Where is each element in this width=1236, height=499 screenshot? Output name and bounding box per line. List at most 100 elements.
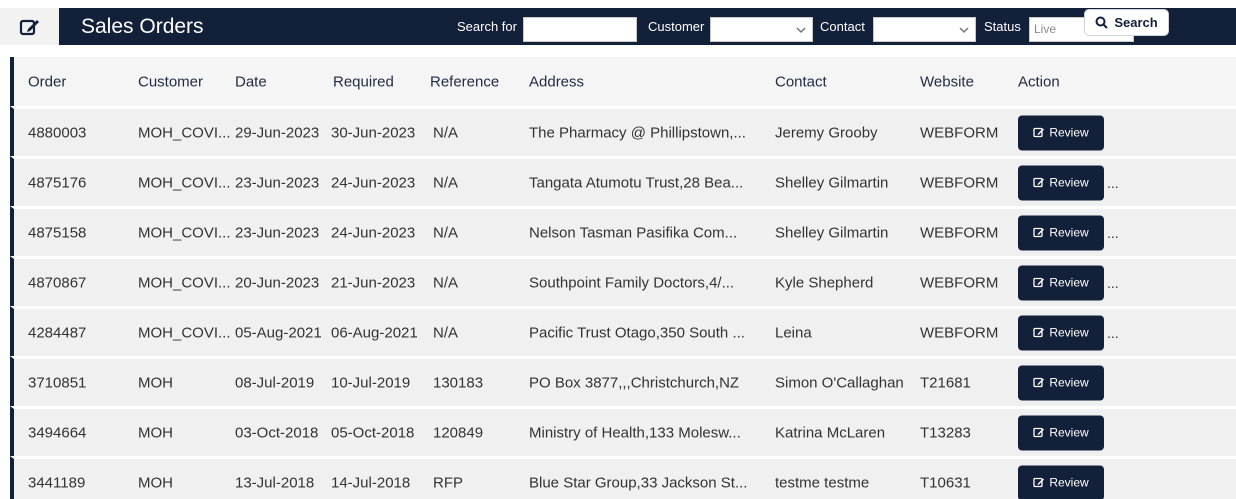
more-indicator: ... (1107, 324, 1119, 341)
contact-cell: Simon O'Callaghan (775, 374, 904, 391)
address-cell: Tangata Atumotu Trust,28 Bea... (529, 174, 744, 191)
customer-cell: MOH (138, 474, 173, 491)
website-cell: T21681 (920, 374, 971, 391)
table-row[interactable]: 3710851 MOH 08-Jul-2019 10-Jul-2019 1301… (10, 356, 1236, 406)
reference-cell: N/A (433, 324, 459, 341)
review-button[interactable]: Review (1018, 265, 1104, 300)
address-cell: Nelson Tasman Pasifika Com... (529, 224, 738, 241)
contact-cell: Shelley Gilmartin (775, 174, 889, 191)
review-button-label: Review (1049, 175, 1089, 190)
review-button[interactable]: Review (1018, 315, 1104, 350)
required-cell: 10-Jul-2019 (331, 374, 411, 391)
order-number: 4284487 (28, 324, 87, 341)
table-header: Order Customer Date Required Reference A… (10, 57, 1236, 106)
contact-cell: Kyle Shepherd (775, 274, 874, 291)
customer-select[interactable] (710, 17, 813, 42)
review-button-label: Review (1049, 475, 1089, 490)
order-number: 4880003 (28, 124, 87, 141)
review-button[interactable]: Review (1018, 415, 1104, 450)
customer-label: Customer (648, 19, 705, 34)
review-button[interactable]: Review (1018, 215, 1104, 250)
customer-cell: MOH_COVI... (138, 124, 230, 141)
contact-cell: Shelley Gilmartin (775, 224, 889, 241)
website-cell: T10631 (920, 474, 971, 491)
table-row[interactable]: 4870867 MOH_COVI... 20-Jun-2023 21-Jun-2… (10, 256, 1236, 306)
date-cell: 05-Aug-2021 (235, 324, 322, 341)
website-cell: T13283 (920, 424, 971, 441)
review-button-label: Review (1049, 275, 1089, 290)
col-contact[interactable]: Contact (775, 73, 827, 90)
review-button[interactable]: Review (1018, 165, 1104, 200)
required-cell: 30-Jun-2023 (331, 124, 416, 141)
order-number: 4870867 (28, 274, 87, 291)
customer-cell: MOH (138, 424, 173, 441)
col-customer[interactable]: Customer (138, 73, 203, 90)
review-button[interactable]: Review (1018, 365, 1104, 400)
address-cell: PO Box 3877,,,Christchurch,NZ (529, 374, 740, 391)
order-number: 3441189 (28, 474, 86, 491)
edit-icon (1033, 177, 1045, 188)
contact-cell: Katrina McLaren (775, 424, 886, 441)
website-cell: WEBFORM (920, 324, 999, 341)
review-button[interactable]: Review (1018, 465, 1104, 499)
chevron-down-icon (959, 27, 969, 34)
address-cell: Blue Star Group,33 Jackson St... (529, 474, 748, 491)
website-cell: WEBFORM (920, 274, 999, 291)
col-action: Action (1018, 73, 1060, 90)
review-button-label: Review (1049, 325, 1089, 340)
order-number: 4875176 (28, 174, 87, 191)
search-button-label: Search (1114, 15, 1158, 30)
table-row[interactable]: 3441189 MOH 13-Jul-2018 14-Jul-2018 RFP … (10, 456, 1236, 499)
website-cell: WEBFORM (920, 224, 999, 241)
required-cell: 21-Jun-2023 (331, 274, 416, 291)
review-button-label: Review (1049, 375, 1089, 390)
search-button[interactable]: Search (1084, 9, 1169, 36)
edit-icon (1033, 427, 1045, 438)
col-reference[interactable]: Reference (430, 73, 499, 90)
col-website[interactable]: Website (920, 73, 974, 90)
table-row[interactable]: 3494664 MOH 03-Oct-2018 05-Oct-2018 1208… (10, 406, 1236, 456)
required-cell: 24-Jun-2023 (331, 224, 416, 241)
order-number: 3710851 (28, 374, 87, 391)
reference-cell: N/A (433, 124, 459, 141)
edit-icon (1033, 227, 1045, 238)
address-cell: Pacific Trust Otago,350 South ... (529, 324, 745, 341)
date-cell: 13-Jul-2018 (235, 474, 315, 491)
date-cell: 20-Jun-2023 (235, 274, 320, 291)
contact-select[interactable] (873, 17, 976, 42)
reference-cell: N/A (433, 224, 459, 241)
required-cell: 24-Jun-2023 (331, 174, 416, 191)
top-bar: Sales Orders Search for Customer Contact… (0, 0, 1236, 53)
contact-cell: Jeremy Grooby (775, 124, 878, 141)
page-title: Sales Orders (81, 15, 204, 38)
table-row[interactable]: 4875176 MOH_COVI... 23-Jun-2023 24-Jun-2… (10, 156, 1236, 206)
table-row[interactable]: 4284487 MOH_COVI... 05-Aug-2021 06-Aug-2… (10, 306, 1236, 356)
col-date[interactable]: Date (235, 73, 267, 90)
customer-cell: MOH_COVI... (138, 274, 230, 291)
reference-cell: N/A (433, 274, 459, 291)
title-bar: Sales Orders Search for Customer Contact… (59, 8, 1236, 45)
edit-icon (1033, 127, 1045, 138)
review-button[interactable]: Review (1018, 115, 1104, 150)
col-required[interactable]: Required (333, 73, 394, 90)
table-row[interactable]: 4880003 MOH_COVI... 29-Jun-2023 30-Jun-2… (10, 106, 1236, 156)
edit-icon (1033, 377, 1045, 388)
required-cell: 14-Jul-2018 (331, 474, 411, 491)
order-number: 3494664 (28, 424, 87, 441)
status-select-value: Live (1034, 22, 1057, 36)
review-button-label: Review (1049, 125, 1089, 140)
date-cell: 29-Jun-2023 (235, 124, 320, 141)
website-cell: WEBFORM (920, 124, 999, 141)
search-label: Search for (457, 19, 517, 34)
website-cell: WEBFORM (920, 174, 999, 191)
customer-cell: MOH_COVI... (138, 224, 230, 241)
col-address[interactable]: Address (529, 73, 584, 90)
order-number: 4875158 (28, 224, 87, 241)
address-cell: Southpoint Family Doctors,4/... (529, 274, 735, 291)
table-row[interactable]: 4875158 MOH_COVI... 23-Jun-2023 24-Jun-2… (10, 206, 1236, 256)
edit-button[interactable] (0, 8, 59, 45)
more-indicator: ... (1107, 174, 1119, 191)
more-indicator: ... (1107, 274, 1119, 291)
search-input[interactable] (523, 17, 637, 42)
col-order[interactable]: Order (28, 73, 66, 90)
